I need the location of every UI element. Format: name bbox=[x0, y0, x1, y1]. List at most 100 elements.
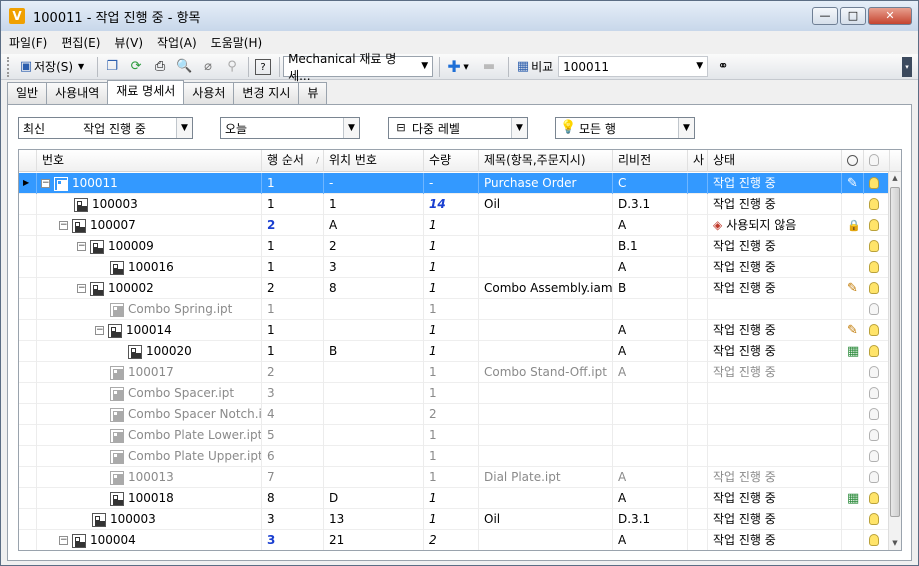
cell-rev[interactable]: A bbox=[613, 320, 688, 341]
cell-order[interactable]: 3 bbox=[262, 383, 324, 404]
minimize-button[interactable]: — bbox=[812, 7, 838, 25]
compare-select[interactable]: 100011 ▼ bbox=[558, 56, 709, 77]
date-filter[interactable]: 오늘 ▼ bbox=[220, 117, 360, 139]
cell-title[interactable]: Dial Plate.ipt bbox=[479, 467, 613, 488]
cell-number[interactable]: 100003 bbox=[37, 509, 262, 530]
cell-bulb[interactable] bbox=[864, 320, 890, 341]
cell-pos[interactable]: 13 bbox=[324, 509, 424, 530]
pencil-edit-icon[interactable]: ✎ bbox=[847, 323, 858, 338]
cell-bulb[interactable] bbox=[864, 362, 890, 383]
cell-qty[interactable]: 1 bbox=[424, 425, 479, 446]
cell-qty[interactable]: 1 bbox=[424, 236, 479, 257]
cell-rev[interactable]: D.3.1 bbox=[613, 509, 688, 530]
table-row[interactable]: ▶ − 100011 1 - - Purchase Order C 작업 진행 중 ✎ bbox=[19, 173, 890, 194]
cell-number[interactable]: − 100014 bbox=[37, 320, 262, 341]
bulb-on-icon[interactable] bbox=[869, 240, 879, 252]
cell-pos[interactable] bbox=[324, 299, 424, 320]
tab-change-order[interactable]: 변경 지시 bbox=[233, 82, 300, 104]
table-row[interactable]: Combo Plate Upper.ipt 6 1 bbox=[19, 446, 890, 467]
cell-title[interactable] bbox=[479, 446, 613, 467]
cell-status[interactable]: 작업 진행 중 bbox=[708, 362, 842, 383]
toolbar-overflow[interactable]: ▾ bbox=[902, 57, 912, 77]
print-preview-button[interactable]: 🔍 bbox=[173, 56, 195, 78]
menu-actions[interactable]: 작업(A) bbox=[157, 34, 197, 51]
cell-sa[interactable] bbox=[688, 446, 708, 467]
cell-sa[interactable] bbox=[688, 404, 708, 425]
cell-action[interactable] bbox=[842, 299, 864, 320]
header-title[interactable]: 제목(항목,주문지시) bbox=[479, 150, 613, 172]
cell-action[interactable]: ✎ bbox=[842, 173, 864, 194]
header-row-order[interactable]: 행 순서 / bbox=[262, 150, 324, 172]
table-row[interactable]: − 100007 2 A 1 A ◈ 사용되지 않음 🔒 bbox=[19, 215, 890, 236]
cell-order[interactable]: 2 bbox=[262, 362, 324, 383]
cell-order[interactable]: 1 bbox=[262, 173, 324, 194]
cell-pos[interactable]: D bbox=[324, 488, 424, 509]
pencil-edit-icon[interactable]: ✎ bbox=[847, 176, 858, 191]
cell-sa[interactable] bbox=[688, 362, 708, 383]
bulb-off-icon[interactable] bbox=[869, 303, 879, 315]
bulb-off-icon[interactable] bbox=[869, 450, 879, 462]
cell-status[interactable] bbox=[708, 299, 842, 320]
cell-pos[interactable] bbox=[324, 362, 424, 383]
cell-number[interactable]: − 100009 bbox=[37, 236, 262, 257]
cell-number[interactable]: − 100011 bbox=[37, 173, 262, 194]
cell-sa[interactable] bbox=[688, 236, 708, 257]
cell-rev[interactable] bbox=[613, 425, 688, 446]
cell-qty[interactable]: 1 bbox=[424, 383, 479, 404]
bulb-on-icon[interactable] bbox=[869, 282, 879, 294]
cell-number[interactable]: − 100002 bbox=[37, 278, 262, 299]
cell-sa[interactable] bbox=[688, 509, 708, 530]
cell-title[interactable]: Oil bbox=[479, 194, 613, 215]
cell-order[interactable]: 1 bbox=[262, 236, 324, 257]
cell-number[interactable]: 100003 bbox=[37, 194, 262, 215]
bulb-on-icon[interactable] bbox=[869, 534, 879, 546]
cell-rev[interactable]: B.1 bbox=[613, 236, 688, 257]
cell-bulb[interactable] bbox=[864, 236, 890, 257]
cell-order[interactable]: 8 bbox=[262, 488, 324, 509]
save-button[interactable]: ▣ 저장(S) ▼ bbox=[15, 56, 92, 78]
scroll-thumb[interactable] bbox=[890, 187, 900, 517]
table-row[interactable]: − 100009 1 2 1 B.1 작업 진행 중 bbox=[19, 236, 890, 257]
cell-status[interactable] bbox=[708, 446, 842, 467]
cell-rev[interactable]: A bbox=[613, 257, 688, 278]
cell-pos[interactable]: 2 bbox=[324, 236, 424, 257]
cell-pos[interactable]: 21 bbox=[324, 530, 424, 550]
cell-title[interactable] bbox=[479, 320, 613, 341]
cell-order[interactable]: 1 bbox=[262, 320, 324, 341]
cell-status[interactable]: 작업 진행 중 bbox=[708, 467, 842, 488]
bulb-on-icon[interactable] bbox=[869, 177, 879, 189]
cell-pos[interactable] bbox=[324, 404, 424, 425]
cell-status[interactable] bbox=[708, 383, 842, 404]
cell-number[interactable]: Combo Plate Lower.ipt bbox=[37, 425, 262, 446]
cell-status[interactable]: 작업 진행 중 bbox=[708, 194, 842, 215]
header-circle[interactable] bbox=[842, 150, 864, 172]
cell-status[interactable]: 작업 진행 중 bbox=[708, 236, 842, 257]
bulb-on-icon[interactable] bbox=[869, 324, 879, 336]
cell-title[interactable] bbox=[479, 488, 613, 509]
cell-title[interactable]: Oil bbox=[479, 509, 613, 530]
cell-status[interactable]: 작업 진행 중 bbox=[708, 509, 842, 530]
tab-bill-of-materials[interactable]: 재료 명세서 bbox=[107, 80, 185, 105]
cell-action[interactable]: ▦ bbox=[842, 488, 864, 509]
cell-qty[interactable]: 1 bbox=[424, 320, 479, 341]
cell-title[interactable]: Purchase Order bbox=[479, 173, 613, 194]
cell-title[interactable] bbox=[479, 404, 613, 425]
cell-number[interactable]: − 100004 bbox=[37, 530, 262, 550]
header-position-number[interactable]: 위치 번호 bbox=[324, 150, 424, 172]
cell-sa[interactable] bbox=[688, 320, 708, 341]
cell-status[interactable]: 작업 진행 중 bbox=[708, 173, 842, 194]
cell-rev[interactable]: A bbox=[613, 488, 688, 509]
title-bar[interactable]: V 100011 - 작업 진행 중 - 항목 — □ ✕ bbox=[1, 1, 918, 31]
cell-bulb[interactable] bbox=[864, 173, 890, 194]
collapse-icon[interactable]: − bbox=[77, 284, 86, 293]
cell-action[interactable] bbox=[842, 194, 864, 215]
cell-qty[interactable]: 1 bbox=[424, 446, 479, 467]
cell-rev[interactable]: A bbox=[613, 530, 688, 550]
cell-bulb[interactable] bbox=[864, 446, 890, 467]
cell-action[interactable]: 🔒 bbox=[842, 215, 864, 236]
cell-number[interactable]: 100020 bbox=[37, 341, 262, 362]
table-row[interactable]: Combo Plate Lower.ipt 5 1 bbox=[19, 425, 890, 446]
cell-title[interactable]: Combo Assembly.iam bbox=[479, 278, 613, 299]
cell-number[interactable]: 100017 bbox=[37, 362, 262, 383]
cell-title[interactable] bbox=[479, 530, 613, 550]
